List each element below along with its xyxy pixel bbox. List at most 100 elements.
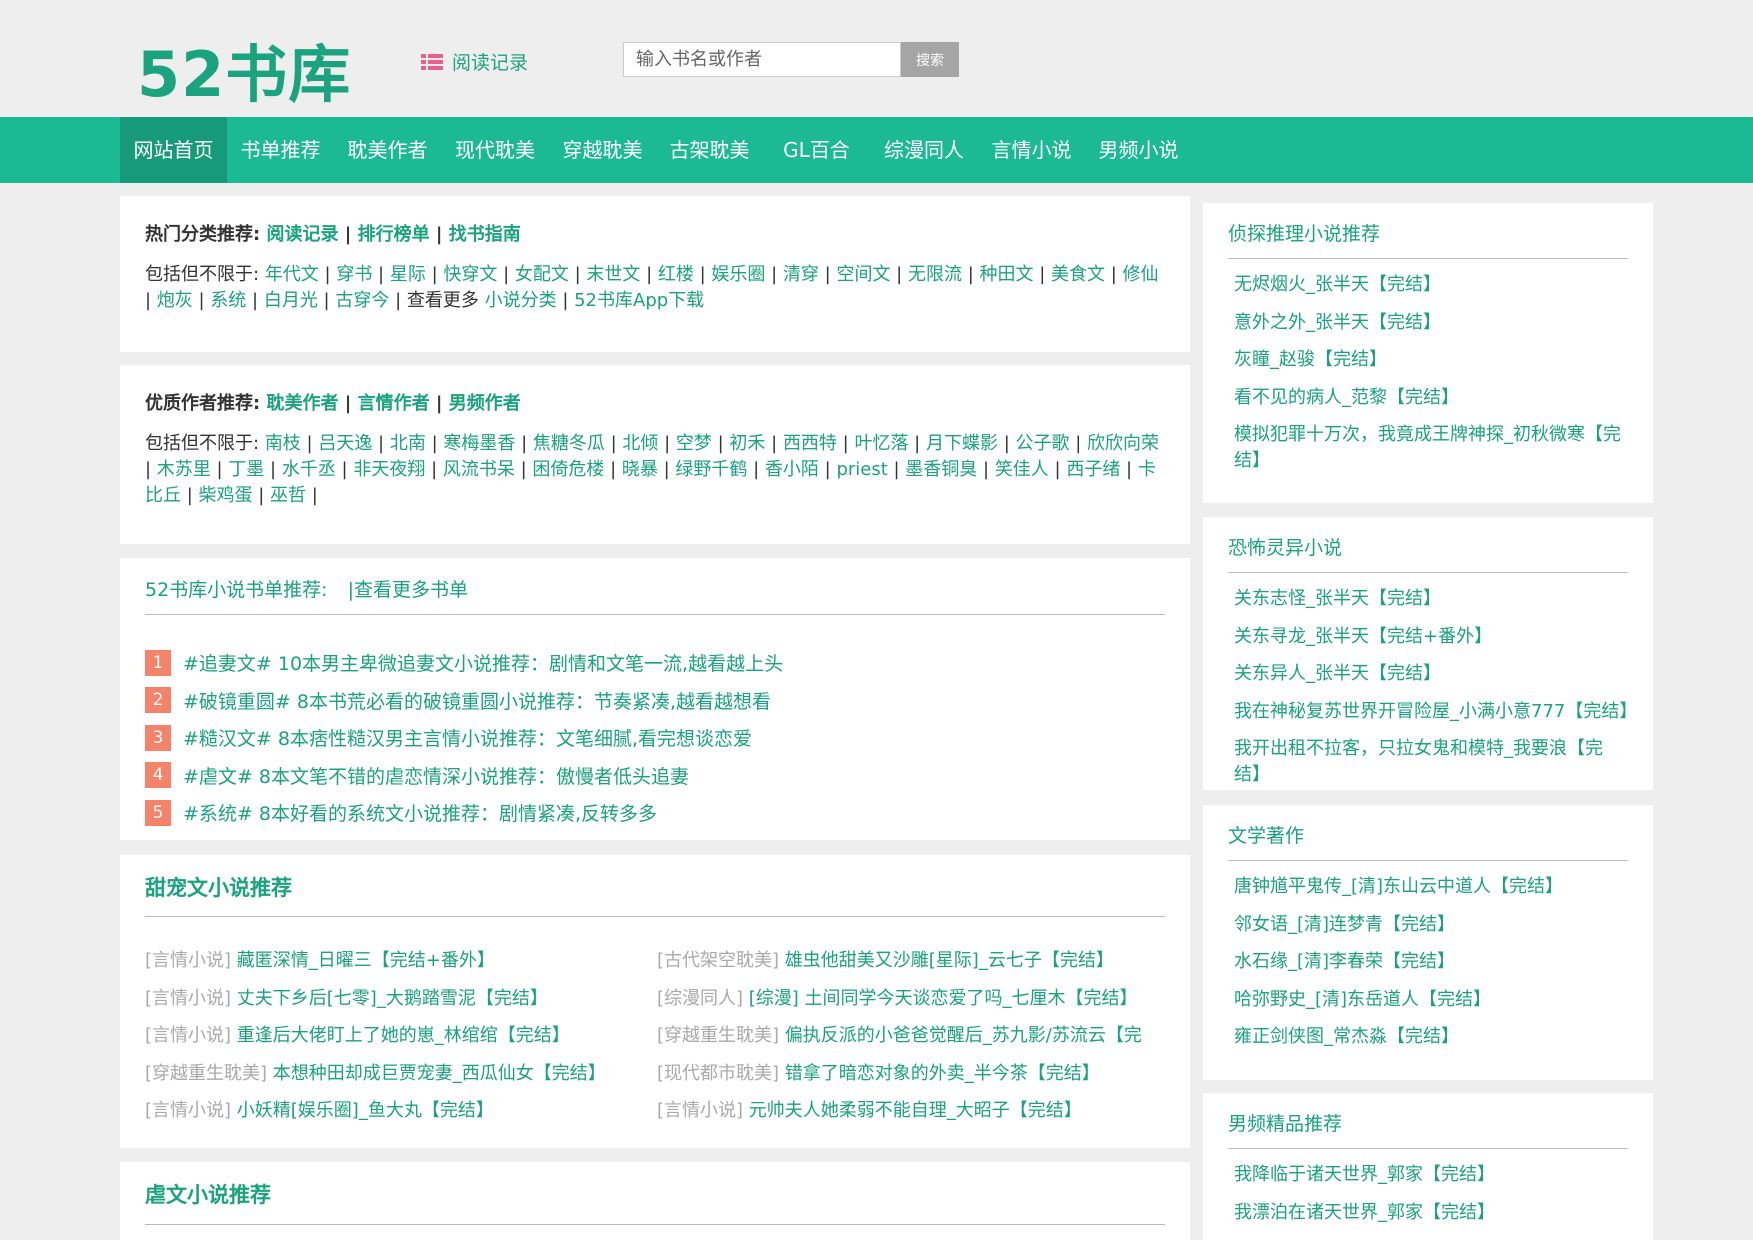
sidebar-novel-link[interactable]: 我在神秘复苏世界开冒险屋_小满小意777【完结】 <box>1234 701 1637 722</box>
hot-category-link[interactable]: 找书指南 <box>449 224 521 245</box>
sidebar-novel-link[interactable]: 看不见的病人_范黎【完结】 <box>1234 387 1459 408</box>
author-link[interactable]: 公子歌 <box>1015 433 1069 454</box>
author-link[interactable]: 风流书呆 <box>443 459 515 480</box>
novel-link[interactable]: 错拿了暗恋对象的外卖_半今茶【完结】 <box>785 1063 1100 1084</box>
nav-item[interactable]: 综漫同人 <box>870 117 978 183</box>
reading-history-link[interactable]: 阅读记录 <box>421 48 528 75</box>
author-link[interactable]: 晓暴 <box>622 459 658 480</box>
author-link[interactable]: 木苏里 <box>157 459 211 480</box>
novel-link[interactable]: 本想种田却成巨贾宠妻_西瓜仙女【完结】 <box>273 1063 606 1084</box>
category-more-link[interactable]: 小说分类 <box>485 290 557 311</box>
category-tag-link[interactable]: 年代文 <box>265 264 319 285</box>
category-tag-link[interactable]: 美食文 <box>1051 264 1105 285</box>
booklist-link[interactable]: #糙汉文# 8本痞性糙汉男主言情小说推荐：文笔细腻,看完想谈恋爱 <box>183 724 752 751</box>
more-booklists-link[interactable]: |查看更多书单 <box>348 579 468 601</box>
hot-category-link[interactable]: 排行榜单 <box>358 224 430 245</box>
sidebar-novel-link[interactable]: 水石缘_[清]李春荣【完结】 <box>1234 951 1455 972</box>
category-tag-link[interactable]: 红楼 <box>658 264 694 285</box>
nav-item[interactable]: GL百合 <box>763 117 870 183</box>
search-input[interactable] <box>623 42 901 77</box>
category-tag-link[interactable]: 女配文 <box>515 264 569 285</box>
author-link[interactable]: 欣欣向荣 <box>1087 433 1159 454</box>
sidebar-novel-link[interactable]: 邻女语_[清]连梦青【完结】 <box>1234 914 1455 935</box>
novel-link[interactable]: 偏执反派的小爸爸觉醒后_苏九影/苏流云【完 <box>785 1025 1142 1046</box>
app-download-link[interactable]: 52书库App下载 <box>574 290 704 311</box>
author-category-link[interactable]: 耽美作者 <box>266 393 338 414</box>
author-category-link[interactable]: 男频作者 <box>449 393 521 414</box>
author-link[interactable]: 初禾 <box>729 433 765 454</box>
author-link[interactable]: 非天夜翔 <box>353 459 425 480</box>
author-link[interactable]: 北倾 <box>622 433 658 454</box>
novel-link[interactable]: [综漫] 土间同学今天谈恋爱了吗_七厘木【完结】 <box>749 988 1138 1009</box>
category-tag-link[interactable]: 末世文 <box>586 264 640 285</box>
site-logo[interactable]: 52书库 <box>137 24 351 114</box>
booklist-link[interactable]: #破镜重圆# 8本书荒必看的破镜重圆小说推荐：节奏紧凑,越看越想看 <box>183 687 771 714</box>
sidebar-novel-link[interactable]: 无烬烟火_张半天【完结】 <box>1234 274 1441 295</box>
author-link[interactable]: 吕天逸 <box>318 433 372 454</box>
author-link[interactable]: 困倚危楼 <box>532 459 604 480</box>
author-link[interactable]: priest <box>836 459 887 480</box>
sidebar-novel-link[interactable]: 我降临于诸天世界_郭家【完结】 <box>1234 1164 1495 1185</box>
author-category-link[interactable]: 言情作者 <box>358 393 430 414</box>
author-link[interactable]: 笑佳人 <box>995 459 1049 480</box>
sidebar-novel-link[interactable]: 关东志怪_张半天【完结】 <box>1234 588 1441 609</box>
author-link[interactable]: 巫哲 <box>270 485 306 506</box>
novel-link[interactable]: 元帅夫人她柔弱不能自理_大昭子【完结】 <box>749 1100 1082 1121</box>
category-tag-link[interactable]: 无限流 <box>908 264 962 285</box>
sidebar-novel-link[interactable]: 灰瞳_赵骏【完结】 <box>1234 349 1387 370</box>
booklist-link[interactable]: #系统# 8本好看的系统文小说推荐：剧情紧凑,反转多多 <box>183 799 657 826</box>
sidebar-novel-link[interactable]: 唐钟馗平鬼传_[清]东山云中道人【完结】 <box>1234 876 1563 897</box>
category-tag-link[interactable]: 修仙 <box>1123 264 1159 285</box>
search-button[interactable]: 搜索 <box>901 42 959 77</box>
author-link[interactable]: 北南 <box>390 433 426 454</box>
sidebar-novel-link[interactable]: 意外之外_张半天【完结】 <box>1234 312 1441 333</box>
sidebar-novel-link[interactable]: 雍正剑侠图_常杰淼【完结】 <box>1234 1026 1459 1047</box>
author-link[interactable]: 叶忆落 <box>854 433 908 454</box>
category-tag-link[interactable]: 种田文 <box>979 264 1033 285</box>
category-tag-link[interactable]: 炮灰 <box>157 290 193 311</box>
author-link[interactable]: 焦糖冬瓜 <box>533 433 605 454</box>
author-link[interactable]: 空梦 <box>676 433 712 454</box>
hot-category-link[interactable]: 阅读记录 <box>266 224 338 245</box>
category-tag-link[interactable]: 快穿文 <box>443 264 497 285</box>
sidebar-novel-link[interactable]: 我漂泊在诸天世界_郭家【完结】 <box>1234 1202 1495 1223</box>
category-tag-link[interactable]: 白月光 <box>264 290 318 311</box>
booklist-link[interactable]: #追妻文# 10本男主卑微追妻文小说推荐：剧情和文笔一流,越看越上头 <box>183 649 783 676</box>
sidebar-novel-link[interactable]: 模拟犯罪十万次，我竟成王牌神探_初秋微寒【完结】 <box>1234 424 1621 471</box>
sidebar-novel-link[interactable]: 哈弥野史_[清]东岳道人【完结】 <box>1234 989 1491 1010</box>
nav-item[interactable]: 男频小说 <box>1085 117 1192 183</box>
nav-item[interactable]: 言情小说 <box>978 117 1085 183</box>
sidebar-novel-link[interactable]: 关东异人_张半天【完结】 <box>1234 663 1441 684</box>
author-link[interactable]: 寒梅墨香 <box>443 433 515 454</box>
author-link[interactable]: 水千丞 <box>282 459 336 480</box>
novel-link[interactable]: 重逢后大佬盯上了她的崽_林绾绾【完结】 <box>237 1025 570 1046</box>
author-link[interactable]: 西西特 <box>783 433 837 454</box>
novel-link[interactable]: 藏匿深情_日曜三【完结+番外】 <box>237 950 495 971</box>
nav-item[interactable]: 耽美作者 <box>334 117 441 183</box>
nav-item[interactable]: 现代耽美 <box>441 117 549 183</box>
category-tag-link[interactable]: 娱乐圈 <box>711 264 765 285</box>
author-link[interactable]: 南枝 <box>265 433 301 454</box>
author-link[interactable]: 西子绪 <box>1066 459 1120 480</box>
author-link[interactable]: 丁墨 <box>228 459 264 480</box>
category-tag-link[interactable]: 空间文 <box>836 264 890 285</box>
author-link[interactable]: 柴鸡蛋 <box>199 485 253 506</box>
category-tag-link[interactable]: 星际 <box>390 264 426 285</box>
category-tag-link[interactable]: 穿书 <box>336 264 372 285</box>
nav-item[interactable]: 古架耽美 <box>656 117 763 183</box>
category-tag-link[interactable]: 古穿今 <box>335 290 389 311</box>
booklist-link[interactable]: #虐文# 8本文笔不错的虐恋情深小说推荐：傲慢者低头追妻 <box>183 762 689 789</box>
author-link[interactable]: 墨香铜臭 <box>905 459 977 480</box>
nav-item[interactable]: 穿越耽美 <box>549 117 656 183</box>
author-link[interactable]: 绿野千鹤 <box>675 459 747 480</box>
novel-link[interactable]: 雄虫他甜美又沙雕[星际]_云七子【完结】 <box>785 950 1114 971</box>
sidebar-novel-link[interactable]: 我开出租不拉客，只拉女鬼和模特_我要浪【完结】 <box>1234 738 1603 785</box>
category-tag-link[interactable]: 清穿 <box>783 264 819 285</box>
novel-link[interactable]: 丈夫下乡后[七零]_大鹅踏雪泥【完结】 <box>237 988 548 1009</box>
sidebar-novel-link[interactable]: 关东寻龙_张半天【完结+番外】 <box>1234 626 1492 647</box>
nav-item[interactable]: 书单推荐 <box>227 117 334 183</box>
category-tag-link[interactable]: 系统 <box>210 290 246 311</box>
author-link[interactable]: 香小陌 <box>765 459 819 480</box>
nav-item[interactable]: 网站首页 <box>120 117 227 183</box>
novel-link[interactable]: 小妖精[娱乐圈]_鱼大丸【完结】 <box>237 1100 494 1121</box>
